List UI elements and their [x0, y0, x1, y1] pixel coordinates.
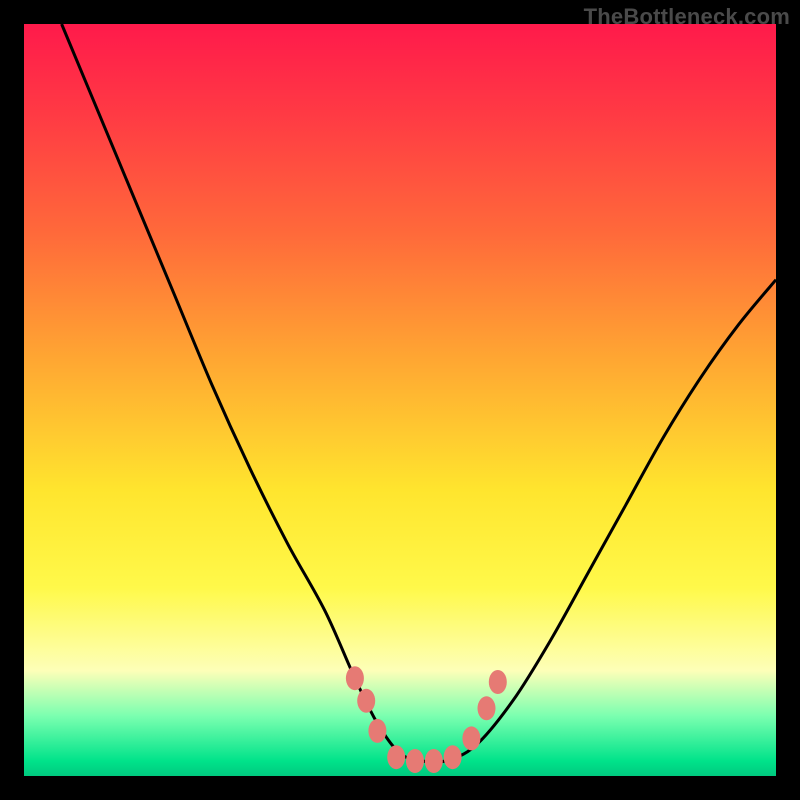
curve-marker: [357, 689, 375, 713]
curve-marker: [478, 696, 496, 720]
watermark-text: TheBottleneck.com: [584, 4, 790, 30]
curve-marker: [346, 666, 364, 690]
bottleneck-curve: [62, 24, 776, 762]
curve-markers: [346, 666, 507, 773]
curve-marker: [406, 749, 424, 773]
curve-marker: [462, 726, 480, 750]
curve-marker: [489, 670, 507, 694]
curve-marker: [368, 719, 386, 743]
chart-frame: TheBottleneck.com: [0, 0, 800, 800]
curve-marker: [387, 745, 405, 769]
curve-marker: [444, 745, 462, 769]
curve-marker: [425, 749, 443, 773]
chart-svg: [24, 24, 776, 776]
chart-plot-area: [24, 24, 776, 776]
